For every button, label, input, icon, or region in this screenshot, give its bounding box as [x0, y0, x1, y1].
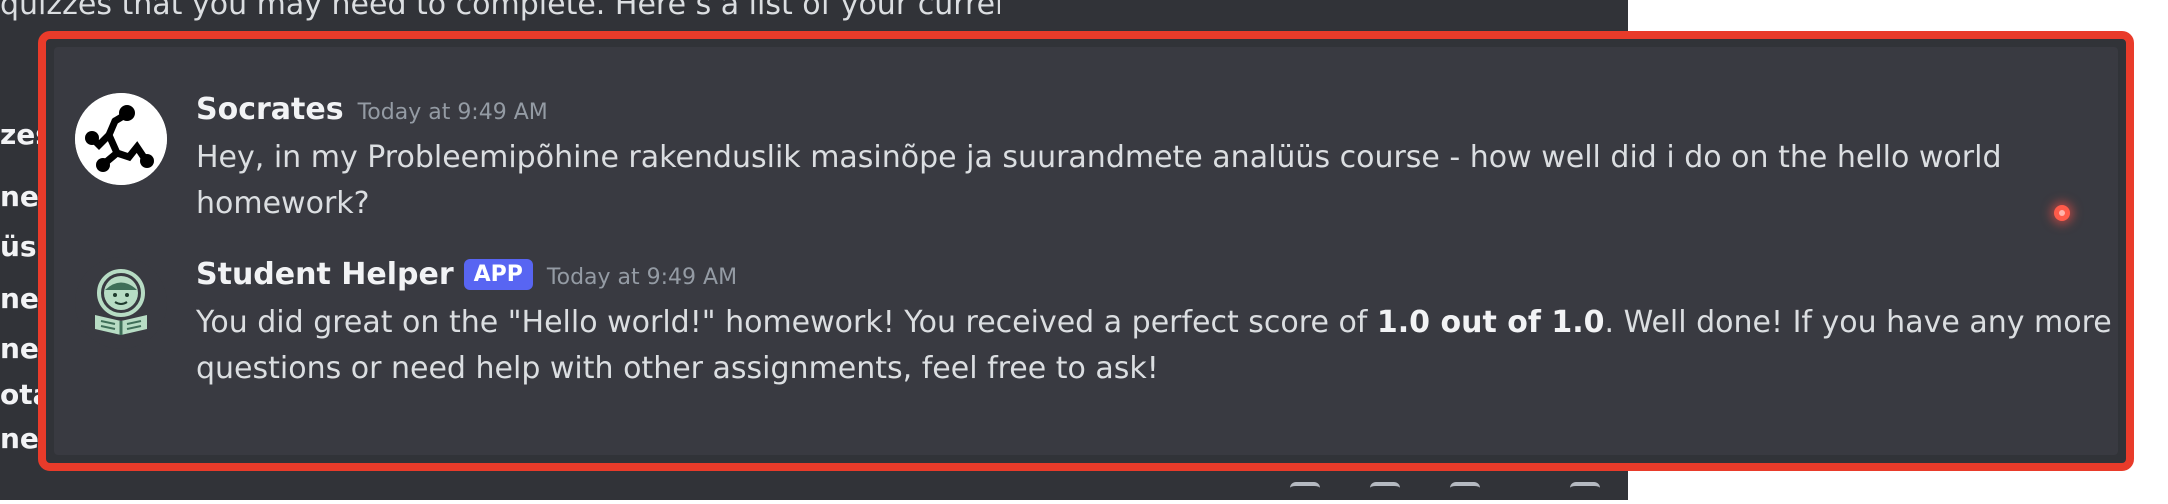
student-helper-avatar[interactable] [75, 257, 167, 349]
reaction-icon[interactable] [1290, 482, 1320, 504]
socrates-avatar[interactable] [75, 93, 167, 185]
more-icon[interactable] [1570, 482, 1600, 504]
click-indicator [2054, 205, 2070, 221]
background-fragment: nes [0, 180, 40, 213]
reply-icon[interactable] [1370, 482, 1400, 504]
highlight-frame: Socrates Today at 9:49 AM Hey, in my Prob… [38, 31, 2134, 471]
message-timestamp: Today at 9:49 AM [546, 265, 738, 290]
message-text: You did great on the "Hello world!" home… [196, 300, 2126, 392]
student-reading-icon [75, 257, 167, 349]
background-message-line: quizzes that you may need to complete. H… [0, 0, 1000, 22]
app-badge: APP [463, 259, 533, 290]
score-text: 1.0 out of 1.0 [1376, 305, 1605, 340]
background-fragment: nes [0, 282, 40, 315]
author-name[interactable]: Student Helper [196, 257, 454, 292]
message-group: Socrates Today at 9:49 AM Hey, in my Prob… [54, 47, 2118, 455]
message-header: Socrates Today at 9:49 AM [196, 92, 548, 127]
message-timestamp: Today at 9:49 AM [357, 100, 548, 125]
message-text-part: You did great on the "Hello world!" home… [196, 305, 1377, 340]
thread-icon[interactable] [1450, 482, 1480, 504]
message-header: Student Helper APP Today at 9:49 AM [196, 257, 737, 292]
background-fragment: ota [0, 378, 40, 411]
message-student-helper: Student Helper APP Today at 9:49 AM You di… [54, 257, 2118, 467]
message-toolbar [1290, 482, 1620, 500]
message-socrates: Socrates Today at 9:49 AM Hey, in my Prob… [54, 47, 2118, 257]
background-fragment: zes [0, 118, 40, 151]
message-text: Hey, in my Probleemipõhine rakenduslik m… [196, 140, 2002, 221]
background-fragment: nes [0, 422, 40, 455]
background-fragment: nes [0, 332, 40, 365]
author-name[interactable]: Socrates [196, 92, 344, 127]
background-fragment: üsi [0, 230, 40, 263]
network-nodes-icon [75, 93, 167, 185]
